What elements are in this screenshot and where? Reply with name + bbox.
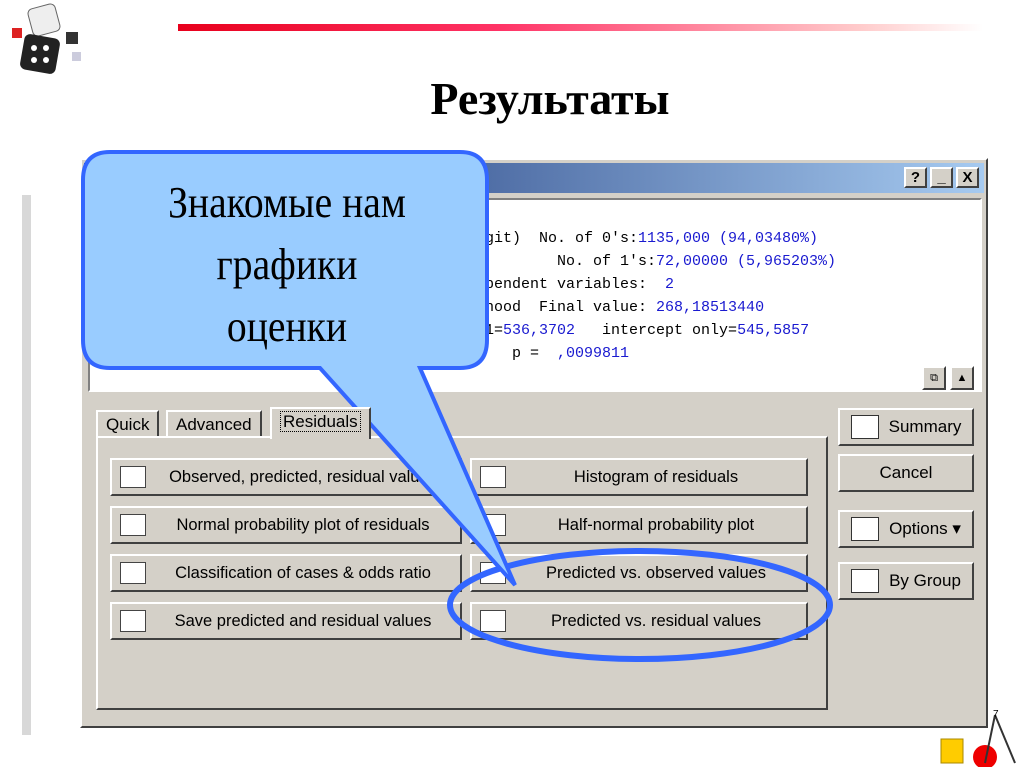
output-label: No. of 1's: — [485, 253, 657, 270]
button-label: By Group — [889, 571, 961, 590]
output-value: 72,00000 (5,965203%) — [656, 253, 837, 270]
options-button[interactable]: Options ▾ — [838, 510, 974, 548]
output-value: 1135,000 (94,03480%) — [638, 230, 819, 247]
button-label: Classification of cases & odds ratio — [175, 563, 431, 582]
output-value: 536,3702 — [503, 322, 576, 339]
predicted-vs-observed-values-button[interactable]: Predicted vs. observed values — [470, 554, 808, 592]
button-label: Normal probability plot of residuals — [176, 515, 430, 534]
output-label: intercept only= — [575, 322, 738, 339]
scatter-icon — [480, 562, 506, 584]
scatter-icon — [480, 610, 506, 632]
predicted-vs-residual-values-button[interactable]: Predicted vs. residual values — [470, 602, 808, 640]
accent-line — [178, 24, 983, 31]
output-label: p = — [485, 345, 558, 362]
output-label: pendent variables: — [485, 276, 666, 293]
button-label: Predicted vs. observed values — [545, 563, 767, 582]
output-value: 545,5857 — [737, 322, 810, 339]
callout-line: графики — [216, 240, 358, 289]
normal-probability-plot-of-residuals-button[interactable]: Normal probability plot of residuals — [110, 506, 462, 544]
output-label: hood — [485, 299, 522, 316]
dice-logo — [12, 3, 81, 74]
output-label: Final value: — [521, 299, 657, 316]
callout-line: оценки — [226, 302, 348, 351]
button-label: Cancel — [879, 463, 933, 482]
button-label: Options ▾ — [889, 519, 961, 538]
slide-title: Результаты — [430, 73, 670, 124]
summary-button[interactable]: Summary — [838, 408, 974, 446]
output-line: p = ,0099811 — [485, 345, 629, 362]
button-label: Observed, predicted, residual values — [169, 467, 437, 486]
output-label: git) No. of 0's: — [485, 230, 639, 247]
output-line: hood Final value: 268,18513440 — [485, 299, 764, 316]
geometry-decoration: 7 — [940, 709, 1016, 767]
decorative-bar — [22, 195, 31, 735]
expand-icon[interactable]: ▲ — [950, 366, 974, 390]
button-label: Summary — [888, 417, 962, 436]
button-label: Predicted vs. residual values — [550, 611, 762, 630]
by-group-button[interactable]: By Group — [838, 562, 974, 600]
table-icon — [120, 562, 146, 584]
tab-residuals[interactable]: Residuals — [270, 407, 371, 439]
button-label: Histogram of residuals — [573, 467, 739, 486]
output-line: 1=536,3702 intercept only=545,5857 — [485, 322, 809, 339]
save-table-icon — [120, 610, 146, 632]
button-label: Save predicted and residual values — [174, 611, 432, 630]
observed-predicted-residual-values-button[interactable]: Observed, predicted, residual values — [110, 458, 462, 496]
table-icon — [120, 466, 146, 488]
histogram-of-residuals-button[interactable]: Histogram of residuals — [470, 458, 808, 496]
half-normal-probability-plot-button[interactable]: Half-normal probability plot — [470, 506, 808, 544]
classification-of-cases-odds-ratio-button[interactable]: Classification of cases & odds ratio — [110, 554, 462, 592]
options-icon — [851, 517, 880, 541]
button-label: Half-normal probability plot — [557, 515, 755, 534]
histogram-icon — [480, 466, 506, 488]
close-button[interactable]: X — [956, 167, 979, 188]
cancel-button[interactable]: Cancel — [838, 454, 974, 492]
output-value: 268,18513440 — [656, 299, 765, 316]
callout-line: Знакомые нам — [168, 178, 406, 227]
half-normal-plot-icon — [480, 514, 506, 536]
tab-advanced[interactable]: Advanced — [166, 410, 262, 438]
normal-plot-icon — [120, 514, 146, 536]
summary-icon — [850, 415, 879, 439]
output-value: 2 — [665, 276, 675, 293]
help-button[interactable]: ? — [904, 167, 927, 188]
output-line: pendent variables: 2 — [485, 276, 674, 293]
output-label: 1= — [485, 322, 504, 339]
output-value: ,0099811 — [557, 345, 630, 362]
tab-quick[interactable]: Quick — [96, 410, 160, 438]
copy-icon[interactable]: ⧉ — [922, 366, 946, 390]
svg-text:7: 7 — [993, 709, 999, 720]
by-group-icon — [851, 569, 880, 593]
tab-residuals-label: Residuals — [280, 411, 361, 432]
minimize-button[interactable]: _ — [930, 167, 953, 188]
save-predicted-and-residual-values-button[interactable]: Save predicted and residual values — [110, 602, 462, 640]
callout-text: Знакомые нам графики оценки — [112, 172, 463, 358]
output-line: git) No. of 0's:1135,000 (94,03480%) — [485, 230, 818, 247]
output-line: No. of 1's:72,00000 (5,965203%) — [485, 253, 836, 270]
